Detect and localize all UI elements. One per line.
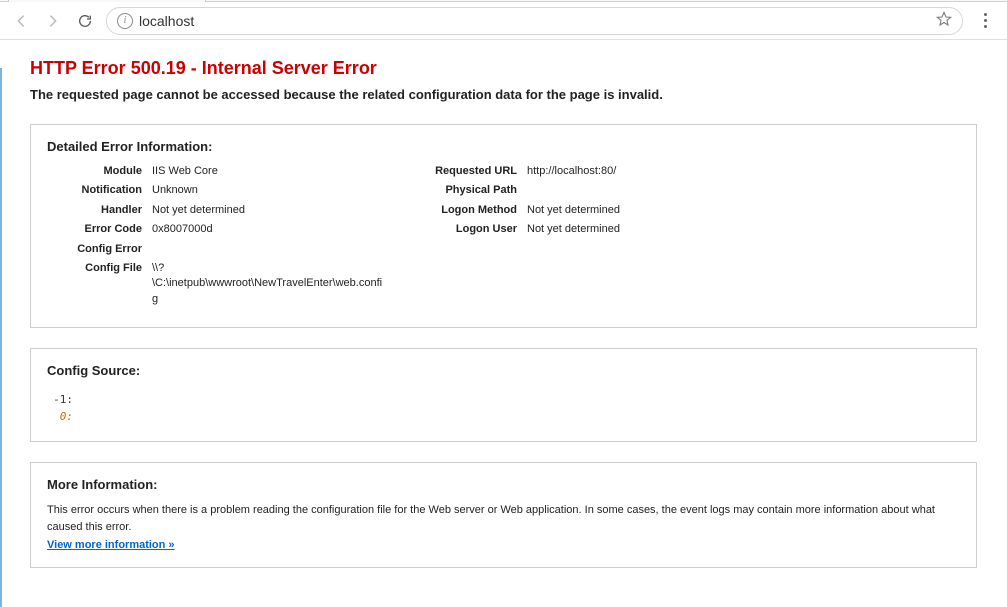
config-source-box: Config Source: -1: 0: (30, 348, 977, 442)
page-content: HTTP Error 500.19 - Internal Server Erro… (0, 40, 1007, 579)
view-more-info-link[interactable]: View more information » (47, 539, 175, 551)
more-info-text: This error occurs when there is a proble… (47, 502, 960, 535)
label-logon-method: Logon Method (407, 203, 527, 218)
more-info-heading: More Information: (47, 477, 960, 502)
browser-menu-button[interactable] (973, 13, 997, 28)
value-error-code: 0x8007000d (152, 222, 213, 237)
value-config-file: \\?\C:\inetpub\wwwroot\NewTravelEnter\we… (152, 261, 387, 307)
label-requested-url: Requested URL (407, 164, 527, 179)
value-notification: Unknown (152, 183, 198, 198)
address-bar[interactable]: i localhost (106, 7, 963, 35)
window-maximize-button[interactable] (915, 0, 961, 1)
config-line-num-1: 0: (47, 409, 81, 426)
label-error-code: Error Code (47, 222, 152, 237)
config-source-body: -1: 0: (47, 392, 960, 425)
error-subtitle: The requested page cannot be accessed be… (30, 87, 977, 102)
label-handler: Handler (47, 203, 152, 218)
value-module: IIS Web Core (152, 164, 218, 179)
left-accent-border (0, 68, 2, 607)
site-info-icon[interactable]: i (117, 13, 133, 29)
bookmark-star-icon[interactable] (936, 11, 952, 30)
url-text: localhost (139, 13, 930, 29)
error-title: HTTP Error 500.19 - Internal Server Erro… (30, 58, 977, 79)
browser-tab-bar: IIS 10.0 Detailed Error - 5 (0, 0, 1007, 2)
value-requested-url: http://localhost:80/ (527, 164, 616, 179)
forward-button[interactable] (42, 10, 64, 32)
window-minimize-button[interactable] (869, 0, 915, 1)
label-config-error: Config Error (47, 242, 152, 257)
back-button[interactable] (10, 10, 32, 32)
detailed-heading: Detailed Error Information: (47, 139, 960, 164)
window-controls (825, 0, 1007, 1)
value-logon-user: Not yet determined (527, 222, 620, 237)
config-source-heading: Config Source: (47, 363, 960, 388)
config-line-num-0: -1: (47, 392, 81, 409)
detailed-error-box: Detailed Error Information: ModuleIIS We… (30, 124, 977, 328)
browser-toolbar: i localhost (0, 2, 1007, 40)
browser-tab[interactable]: IIS 10.0 Detailed Error - 5 (8, 0, 206, 2)
reload-button[interactable] (74, 10, 96, 32)
label-notification: Notification (47, 183, 152, 198)
label-logon-user: Logon User (407, 222, 527, 237)
label-physical-path: Physical Path (407, 183, 527, 198)
value-logon-method: Not yet determined (527, 203, 620, 218)
label-config-file: Config File (47, 261, 152, 307)
more-info-box: More Information: This error occurs when… (30, 462, 977, 568)
detail-col-left: ModuleIIS Web Core NotificationUnknown H… (47, 164, 387, 311)
detail-col-right: Requested URLhttp://localhost:80/ Physic… (407, 164, 787, 311)
value-handler: Not yet determined (152, 203, 245, 218)
window-close-button[interactable] (961, 0, 1007, 1)
label-module: Module (47, 164, 152, 179)
